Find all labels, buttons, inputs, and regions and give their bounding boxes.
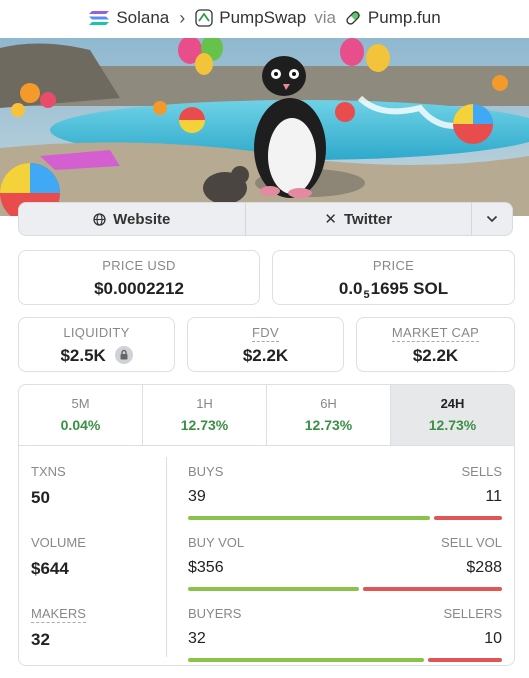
tab-24h[interactable]: 24H 12.73% [390, 385, 514, 445]
sell-bar [427, 658, 502, 662]
buyers-label: BUYERS [188, 606, 242, 621]
twitter-label: Twitter [344, 210, 393, 228]
buy-vol-label: BUY VOL [188, 535, 245, 550]
launchpad-link[interactable]: Pump.fun [368, 8, 441, 28]
sell-vol-value: $288 [466, 559, 502, 576]
fdv-value: $2.2K [242, 346, 289, 365]
buy-vol-value: $356 [188, 559, 224, 576]
price-usd-card: PRICE USD $0.0002212 [18, 250, 260, 305]
txns-row: TXNS 50 BUYS SELLS 39 11 [19, 446, 514, 520]
timeframe-tabs: 5M 0.04% 1H 12.73% 6H 12.73% 24H 12.73% [19, 385, 514, 446]
fdv-label[interactable]: FDV [252, 325, 279, 342]
tab-label: 1H [196, 396, 213, 411]
x-logo-icon: ✕ [324, 211, 337, 228]
lock-icon[interactable] [114, 346, 133, 364]
market-cap-value: $2.2K [412, 346, 459, 365]
price-native-label: PRICE [372, 258, 415, 273]
sellers-value: 10 [484, 630, 502, 647]
chevron-right-icon: › [179, 7, 186, 28]
stats-panel: 5M 0.04% 1H 12.73% 6H 12.73% 24H 12.73% … [18, 384, 515, 666]
tab-change: 0.04% [60, 417, 101, 433]
via-text: via [314, 8, 336, 27]
buy-bar [188, 658, 424, 662]
pumpswap-logo-icon [195, 9, 213, 27]
dex-link[interactable]: PumpSwap [219, 8, 306, 28]
fdv-card: FDV $2.2K [187, 317, 344, 372]
sells-value: 11 [485, 488, 502, 505]
tab-label: 24H [440, 396, 465, 411]
website-button[interactable]: Website [19, 203, 245, 235]
sells-label: SELLS [461, 464, 502, 479]
liquidity-value-row: $2.5K [19, 346, 174, 366]
breadcrumb: Solana › PumpSwap via Pump.fun [0, 0, 529, 36]
liquidity-value: $2.5K [60, 346, 106, 365]
tab-5m[interactable]: 5M 0.04% [19, 385, 142, 445]
market-cap-card: MARKET CAP $2.2K [356, 317, 515, 372]
liquidity-label: LIQUIDITY [63, 325, 130, 340]
website-label: Website [113, 210, 171, 228]
tab-change: 12.73% [428, 417, 477, 433]
chain-link[interactable]: Solana [116, 8, 169, 28]
volume-label: VOLUME [31, 535, 86, 550]
price-native-prefix: 0.0 [338, 279, 363, 298]
price-usd-label: PRICE USD [102, 258, 176, 273]
txns-value: 50 [31, 488, 50, 507]
price-native-card: PRICE 0.051695 SOL [272, 250, 515, 305]
twitter-button[interactable]: ✕ Twitter [244, 203, 472, 235]
makers-label[interactable]: MAKERS [31, 606, 86, 623]
makers-row: MAKERS 32 BUYERS SELLERS 32 10 [19, 588, 514, 662]
txns-label: TXNS [31, 464, 66, 479]
market-cap-label[interactable]: MARKET CAP [391, 325, 480, 342]
buys-value: 39 [188, 488, 206, 505]
price-native-rest: 1695 SOL [370, 279, 449, 298]
volume-value: $644 [31, 559, 69, 578]
volume-row: VOLUME $644 BUY VOL SELL VOL $356 $288 [19, 517, 514, 591]
buys-label: BUYS [188, 464, 224, 479]
tab-change: 12.73% [304, 417, 353, 433]
liquidity-card: LIQUIDITY $2.5K [18, 317, 175, 372]
sellers-label: SELLERS [443, 606, 502, 621]
social-links-bar: Website ✕ Twitter [18, 202, 513, 236]
buy-sell-ratio-bar [188, 658, 502, 662]
price-native-value: 0.051695 SOL [273, 279, 514, 301]
price-usd-value: $0.0002212 [94, 279, 184, 298]
tab-6h[interactable]: 6H 12.73% [266, 385, 390, 445]
chevron-down-icon [486, 215, 498, 223]
tab-label: 5M [71, 396, 90, 411]
tab-label: 6H [320, 396, 337, 411]
tab-1h[interactable]: 1H 12.73% [142, 385, 266, 445]
makers-value: 32 [31, 630, 50, 649]
price-native-zero-count: 5 [363, 289, 370, 301]
globe-icon [93, 212, 106, 226]
more-links-button[interactable] [471, 203, 512, 235]
sell-vol-label: SELL VOL [441, 535, 502, 550]
buyers-value: 32 [188, 630, 206, 647]
token-banner-image [0, 38, 529, 216]
solana-logo-icon [89, 11, 110, 25]
tab-change: 12.73% [180, 417, 229, 433]
pill-icon [346, 10, 361, 25]
